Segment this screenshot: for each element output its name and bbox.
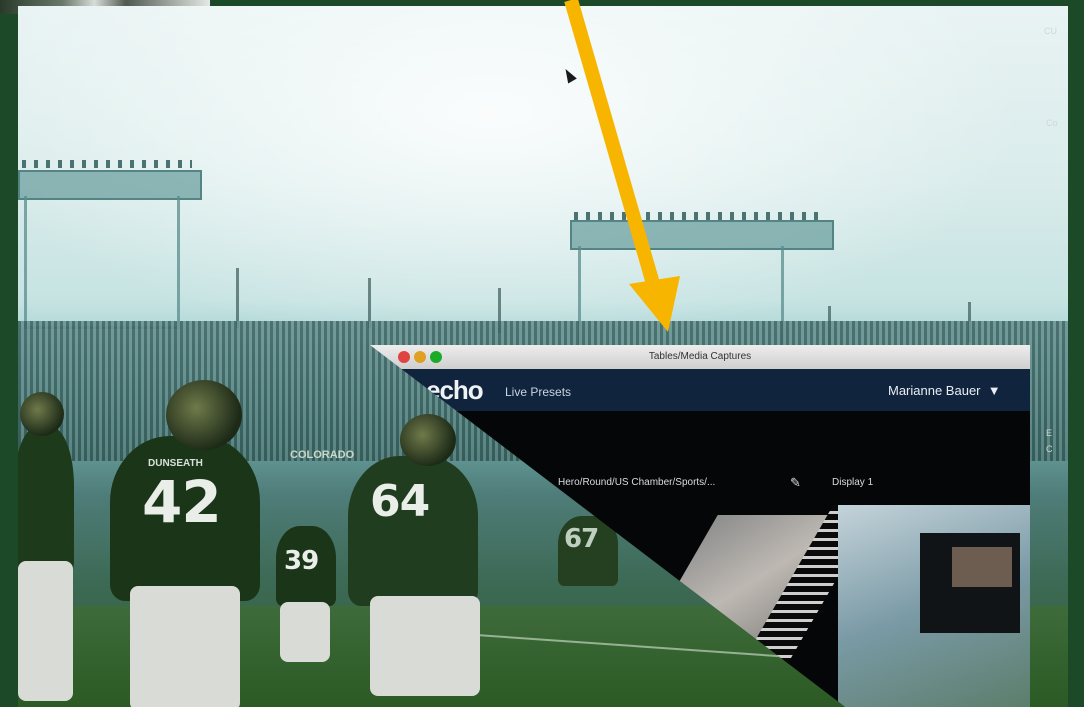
user-name: Marianne Bauer (888, 383, 981, 398)
capture-row-label[interactable]: Hero/Round/US Chamber/Sports/... (558, 477, 715, 488)
nav-link-live-presets[interactable]: Live Presets (505, 385, 571, 399)
pencil-icon[interactable]: ✎ (790, 475, 801, 491)
window-titlebar: Tables/Media Captures (370, 345, 1030, 369)
window-title: Tables/Media Captures (648, 351, 752, 362)
capture-row-display[interactable]: Display 1 (832, 477, 873, 488)
edge-text: C (1046, 444, 1053, 454)
screen: COLORADO DUNSEATH 42 39 64 67 Tables/Med… (0, 0, 1084, 707)
edge-text: CU (1044, 26, 1057, 36)
chevron-down-icon: ▼ (984, 383, 1001, 398)
edge-text: E (1046, 428, 1053, 438)
user-menu[interactable]: Marianne Bauer ▼ (888, 383, 1001, 398)
video-thumbnail-image (952, 547, 1012, 587)
edge-text: Co (1046, 118, 1058, 128)
